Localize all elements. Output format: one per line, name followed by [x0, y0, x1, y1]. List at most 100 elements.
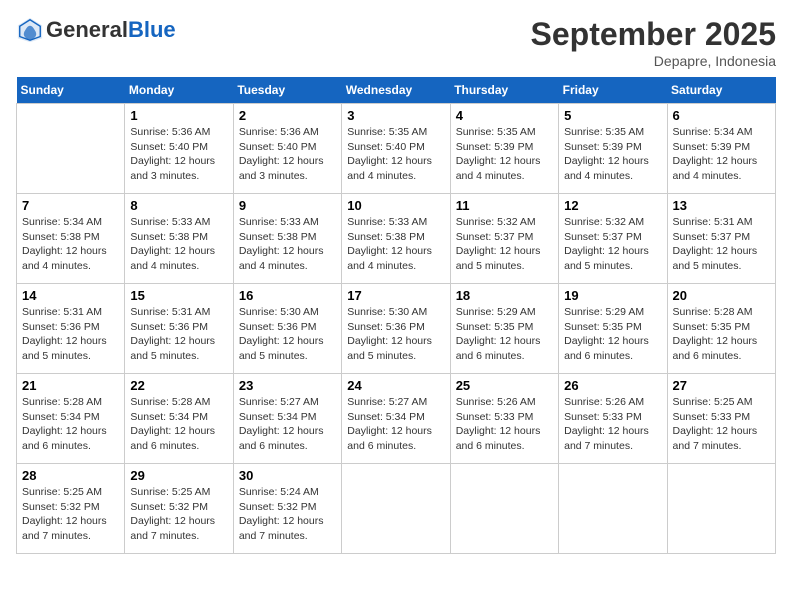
day-number: 4	[456, 108, 553, 123]
day-info: Sunrise: 5:26 AMSunset: 5:33 PMDaylight:…	[564, 395, 661, 454]
calendar-cell: 12 Sunrise: 5:32 AMSunset: 5:37 PMDayligh…	[559, 194, 667, 284]
day-info: Sunrise: 5:28 AMSunset: 5:35 PMDaylight:…	[673, 305, 770, 364]
weekday-header: Tuesday	[233, 77, 341, 104]
calendar-cell: 23 Sunrise: 5:27 AMSunset: 5:34 PMDayligh…	[233, 374, 341, 464]
calendar-header: SundayMondayTuesdayWednesdayThursdayFrid…	[17, 77, 776, 104]
location: Depapre, Indonesia	[531, 53, 776, 69]
calendar-cell: 24 Sunrise: 5:27 AMSunset: 5:34 PMDayligh…	[342, 374, 450, 464]
weekday-header: Saturday	[667, 77, 775, 104]
day-number: 17	[347, 288, 444, 303]
day-info: Sunrise: 5:35 AMSunset: 5:40 PMDaylight:…	[347, 125, 444, 184]
day-number: 18	[456, 288, 553, 303]
day-number: 25	[456, 378, 553, 393]
weekday-row: SundayMondayTuesdayWednesdayThursdayFrid…	[17, 77, 776, 104]
calendar-body: 1 Sunrise: 5:36 AMSunset: 5:40 PMDaylight…	[17, 104, 776, 554]
day-number: 15	[130, 288, 227, 303]
day-info: Sunrise: 5:32 AMSunset: 5:37 PMDaylight:…	[456, 215, 553, 274]
day-info: Sunrise: 5:35 AMSunset: 5:39 PMDaylight:…	[456, 125, 553, 184]
day-info: Sunrise: 5:25 AMSunset: 5:32 PMDaylight:…	[130, 485, 227, 544]
day-number: 22	[130, 378, 227, 393]
day-number: 7	[22, 198, 119, 213]
calendar-cell: 3 Sunrise: 5:35 AMSunset: 5:40 PMDaylight…	[342, 104, 450, 194]
day-number: 9	[239, 198, 336, 213]
calendar-cell: 26 Sunrise: 5:26 AMSunset: 5:33 PMDayligh…	[559, 374, 667, 464]
day-number: 30	[239, 468, 336, 483]
day-info: Sunrise: 5:35 AMSunset: 5:39 PMDaylight:…	[564, 125, 661, 184]
calendar-cell: 25Sunrise: 5:26 AMSunset: 5:33 PMDayligh…	[450, 374, 558, 464]
day-number: 29	[130, 468, 227, 483]
calendar-week-row: 28 Sunrise: 5:25 AMSunset: 5:32 PMDayligh…	[17, 464, 776, 554]
calendar-cell	[667, 464, 775, 554]
calendar-cell: 28Sunrise: 5:25 AMSunset: 5:32 PMDayligh…	[17, 464, 125, 554]
calendar-cell: 8Sunrise: 5:33 AMSunset: 5:38 PMDaylight…	[125, 194, 233, 284]
day-number: 13	[673, 198, 770, 213]
day-number: 20	[673, 288, 770, 303]
day-info: Sunrise: 5:34 AMSunset: 5:38 PMDaylight:…	[22, 215, 119, 274]
day-info: Sunrise: 5:28 AMSunset: 5:34 PMDaylight:…	[22, 395, 119, 454]
day-info: Sunrise: 5:31 AMSunset: 5:36 PMDaylight:…	[22, 305, 119, 364]
calendar-cell: 5 Sunrise: 5:35 AMSunset: 5:39 PMDaylight…	[559, 104, 667, 194]
calendar-cell: 19 Sunrise: 5:29 AMSunset: 5:35 PMDayligh…	[559, 284, 667, 374]
calendar-cell: 17 Sunrise: 5:30 AMSunset: 5:36 PMDayligh…	[342, 284, 450, 374]
weekday-header: Friday	[559, 77, 667, 104]
day-number: 21	[22, 378, 119, 393]
calendar-cell: 20 Sunrise: 5:28 AMSunset: 5:35 PMDayligh…	[667, 284, 775, 374]
calendar-cell	[342, 464, 450, 554]
calendar-cell: 13 Sunrise: 5:31 AMSunset: 5:37 PMDayligh…	[667, 194, 775, 284]
day-number: 19	[564, 288, 661, 303]
day-info: Sunrise: 5:31 AMSunset: 5:37 PMDaylight:…	[673, 215, 770, 274]
day-number: 3	[347, 108, 444, 123]
calendar-cell: 14 Sunrise: 5:31 AMSunset: 5:36 PMDayligh…	[17, 284, 125, 374]
day-number: 2	[239, 108, 336, 123]
calendar-cell: 10Sunrise: 5:33 AMSunset: 5:38 PMDayligh…	[342, 194, 450, 284]
day-number: 27	[673, 378, 770, 393]
weekday-header: Thursday	[450, 77, 558, 104]
day-number: 1	[130, 108, 227, 123]
day-info: Sunrise: 5:34 AMSunset: 5:39 PMDaylight:…	[673, 125, 770, 184]
day-info: Sunrise: 5:29 AMSunset: 5:35 PMDaylight:…	[456, 305, 553, 364]
calendar-cell: 18 Sunrise: 5:29 AMSunset: 5:35 PMDayligh…	[450, 284, 558, 374]
day-info: Sunrise: 5:32 AMSunset: 5:37 PMDaylight:…	[564, 215, 661, 274]
logo-icon	[16, 16, 44, 44]
calendar-cell	[559, 464, 667, 554]
calendar-cell: 27Sunrise: 5:25 AMSunset: 5:33 PMDayligh…	[667, 374, 775, 464]
day-number: 5	[564, 108, 661, 123]
day-number: 14	[22, 288, 119, 303]
calendar-cell: 6Sunrise: 5:34 AMSunset: 5:39 PMDaylight…	[667, 104, 775, 194]
calendar-table: SundayMondayTuesdayWednesdayThursdayFrid…	[16, 77, 776, 554]
day-number: 23	[239, 378, 336, 393]
calendar-cell: 16Sunrise: 5:30 AMSunset: 5:36 PMDayligh…	[233, 284, 341, 374]
logo-blue-text: Blue	[128, 17, 176, 42]
day-number: 8	[130, 198, 227, 213]
day-info: Sunrise: 5:30 AMSunset: 5:36 PMDaylight:…	[239, 305, 336, 364]
calendar-week-row: 1 Sunrise: 5:36 AMSunset: 5:40 PMDaylight…	[17, 104, 776, 194]
weekday-header: Monday	[125, 77, 233, 104]
calendar-week-row: 21 Sunrise: 5:28 AMSunset: 5:34 PMDayligh…	[17, 374, 776, 464]
day-info: Sunrise: 5:31 AMSunset: 5:36 PMDaylight:…	[130, 305, 227, 364]
day-number: 28	[22, 468, 119, 483]
day-number: 24	[347, 378, 444, 393]
month-title: September 2025	[531, 16, 776, 53]
calendar-cell: 7 Sunrise: 5:34 AMSunset: 5:38 PMDaylight…	[17, 194, 125, 284]
calendar-week-row: 14 Sunrise: 5:31 AMSunset: 5:36 PMDayligh…	[17, 284, 776, 374]
day-number: 26	[564, 378, 661, 393]
day-info: Sunrise: 5:33 AMSunset: 5:38 PMDaylight:…	[347, 215, 444, 274]
calendar-cell: 1 Sunrise: 5:36 AMSunset: 5:40 PMDaylight…	[125, 104, 233, 194]
calendar-cell: 30 Sunrise: 5:24 AMSunset: 5:32 PMDayligh…	[233, 464, 341, 554]
calendar-cell	[450, 464, 558, 554]
calendar-cell: 15 Sunrise: 5:31 AMSunset: 5:36 PMDayligh…	[125, 284, 233, 374]
day-info: Sunrise: 5:24 AMSunset: 5:32 PMDaylight:…	[239, 485, 336, 544]
calendar-cell: 2Sunrise: 5:36 AMSunset: 5:40 PMDaylight…	[233, 104, 341, 194]
calendar-cell: 9 Sunrise: 5:33 AMSunset: 5:38 PMDaylight…	[233, 194, 341, 284]
day-info: Sunrise: 5:27 AMSunset: 5:34 PMDaylight:…	[239, 395, 336, 454]
day-info: Sunrise: 5:33 AMSunset: 5:38 PMDaylight:…	[239, 215, 336, 274]
calendar-week-row: 7 Sunrise: 5:34 AMSunset: 5:38 PMDaylight…	[17, 194, 776, 284]
day-info: Sunrise: 5:30 AMSunset: 5:36 PMDaylight:…	[347, 305, 444, 364]
calendar-cell: 21 Sunrise: 5:28 AMSunset: 5:34 PMDayligh…	[17, 374, 125, 464]
day-info: Sunrise: 5:27 AMSunset: 5:34 PMDaylight:…	[347, 395, 444, 454]
page-header: GeneralBlue September 2025 Depapre, Indo…	[16, 16, 776, 69]
weekday-header: Sunday	[17, 77, 125, 104]
day-info: Sunrise: 5:29 AMSunset: 5:35 PMDaylight:…	[564, 305, 661, 364]
day-info: Sunrise: 5:36 AMSunset: 5:40 PMDaylight:…	[130, 125, 227, 184]
day-number: 12	[564, 198, 661, 213]
